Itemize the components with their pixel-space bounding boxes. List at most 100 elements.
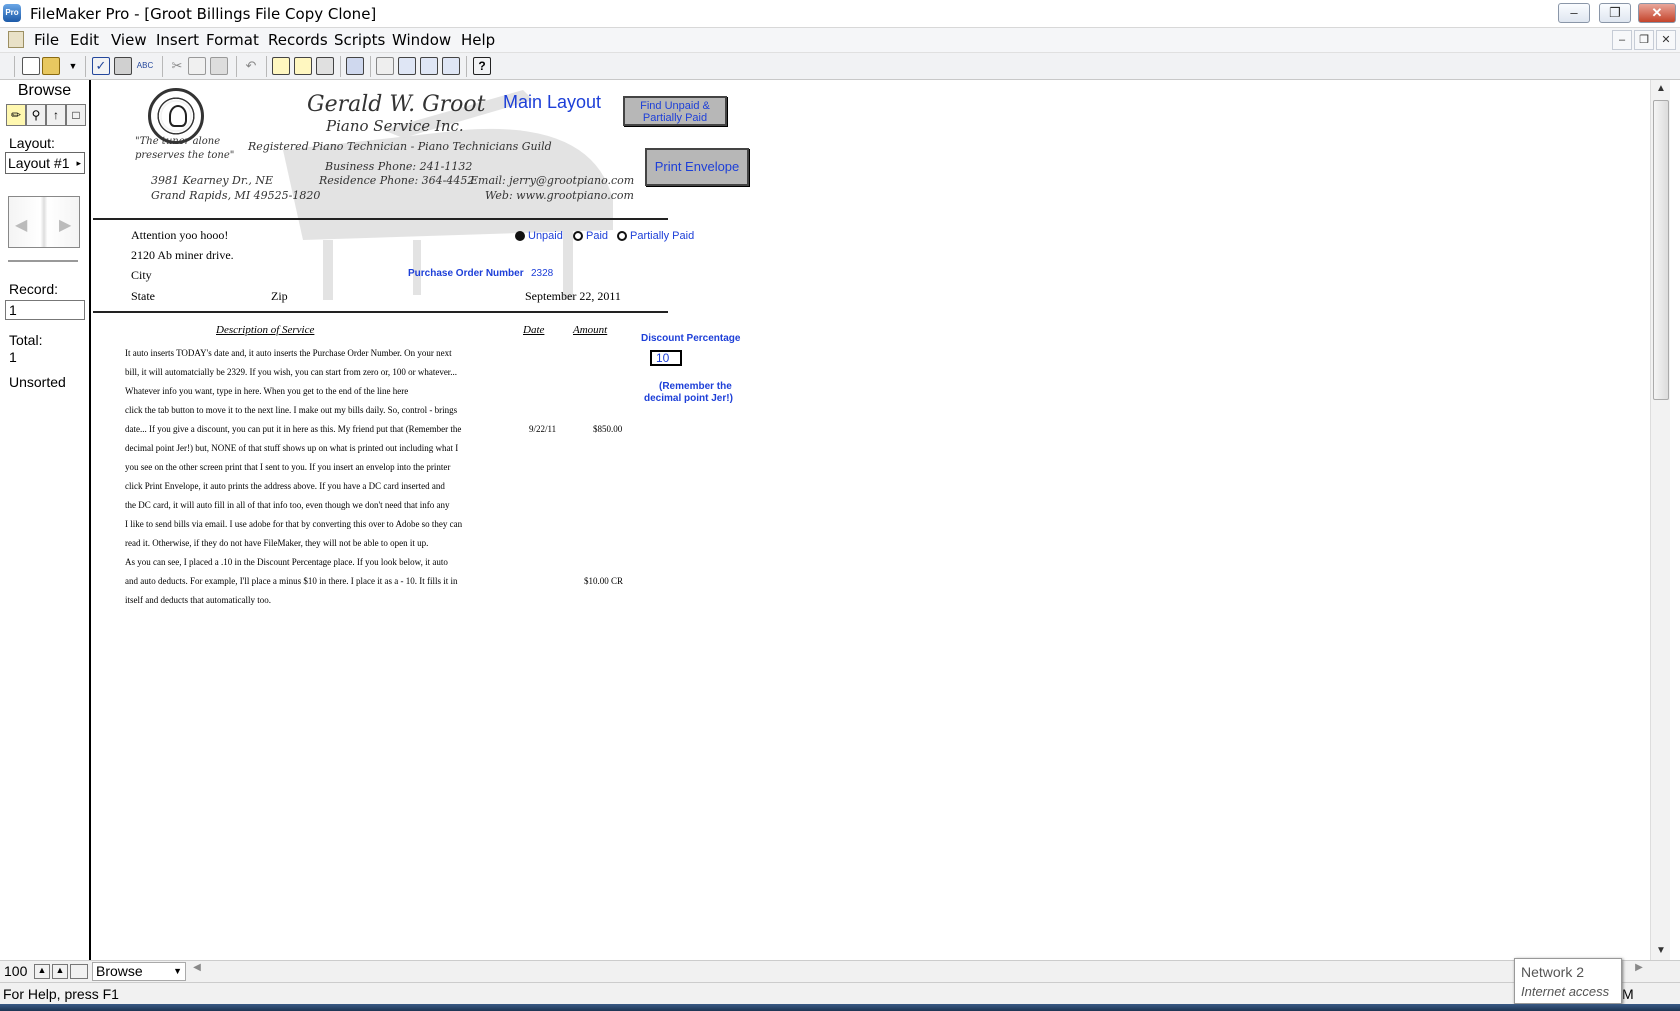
show-all-icon[interactable] <box>420 57 438 75</box>
description-line[interactable]: you see on the other screen print that I… <box>125 462 450 472</box>
menu-records[interactable]: Records <box>268 31 328 49</box>
minimize-icon[interactable]: – <box>1558 3 1590 23</box>
duplicate-record-icon[interactable] <box>294 57 312 75</box>
paste-icon[interactable] <box>210 57 228 75</box>
undo-icon[interactable]: ↶ <box>242 57 260 75</box>
layout-select[interactable]: Layout #1 ▸ <box>5 152 85 174</box>
delete-record-icon[interactable] <box>316 57 334 75</box>
document-icon[interactable] <box>8 31 24 48</box>
menu-view[interactable]: View <box>111 31 147 49</box>
customer-street[interactable]: 2120 Ab miner drive. <box>131 248 234 263</box>
preview-mode-icon[interactable]: □ <box>66 104 86 126</box>
menu-file[interactable]: File <box>34 31 59 49</box>
open-icon[interactable] <box>42 57 60 75</box>
scroll-down-icon[interactable]: ▼ <box>1651 942 1671 960</box>
zoom-out-icon[interactable]: ▲ <box>34 964 50 979</box>
replace-icon[interactable] <box>442 57 460 75</box>
business-phone: Business Phone: 241-1132 <box>325 160 473 173</box>
find-unpaid-button[interactable]: Find Unpaid & Partially Paid <box>623 96 727 126</box>
spellcheck-icon[interactable]: ABC <box>136 57 154 75</box>
sort-icon[interactable] <box>376 57 394 75</box>
cut-icon[interactable]: ✂ <box>168 57 186 75</box>
discount-input[interactable]: 10 <box>650 350 682 366</box>
description-line[interactable]: It auto inserts TODAY's date and, it aut… <box>125 348 452 358</box>
layout-heading: Main Layout <box>503 92 602 112</box>
restore-icon[interactable]: ❐ <box>1599 3 1631 23</box>
menu-scripts[interactable]: Scripts <box>334 31 385 49</box>
description-line[interactable]: decimal point Jer!) but, NONE of that st… <box>125 443 458 453</box>
description-line[interactable]: click the tab button to move it to the n… <box>125 405 457 415</box>
customer-name[interactable]: Attention yoo hooo! <box>131 228 228 243</box>
radio-partially-paid-dot[interactable] <box>617 231 627 241</box>
residence-phone: Residence Phone: 364-4452 <box>319 174 475 187</box>
scroll-left-icon[interactable]: ◀ <box>190 962 204 981</box>
record-book-icon[interactable]: ◀ ▶ <box>8 196 80 248</box>
mode-select-value: Browse <box>96 963 143 979</box>
description-line[interactable]: As you can see, I placed a .10 in the Di… <box>125 557 448 567</box>
scroll-thumb[interactable] <box>1653 100 1669 400</box>
omit-icon[interactable] <box>398 57 416 75</box>
radio-unpaid-label: Unpaid <box>528 230 563 242</box>
window-title: FileMaker Pro - [Groot Billings File Cop… <box>30 5 377 23</box>
browse-mode-icon[interactable]: ✏ <box>6 104 26 126</box>
layout-mode-icon[interactable]: ↑ <box>46 104 66 126</box>
menu-format[interactable]: Format <box>206 31 259 49</box>
description-line[interactable]: itself and deducts that automatically to… <box>125 595 271 605</box>
line-item-amount[interactable]: $850.00 <box>593 424 622 434</box>
radio-partially-paid[interactable]: Partially Paid <box>617 230 694 242</box>
vertical-scrollbar[interactable]: ▲ ▼ <box>1650 80 1670 960</box>
zoom-level[interactable]: 100 <box>4 963 27 979</box>
menu-edit[interactable]: Edit <box>70 31 99 49</box>
previous-record-icon[interactable]: ◀ <box>15 215 27 235</box>
filemaker-app-icon[interactable]: Pro <box>3 4 21 22</box>
layout-select-value: Layout #1 <box>8 155 70 171</box>
mdi-restore-icon[interactable]: ❐ <box>1634 30 1654 50</box>
mdi-close-icon[interactable]: ✕ <box>1656 30 1676 50</box>
customer-zip[interactable]: Zip <box>271 289 288 304</box>
radio-partially-paid-label: Partially Paid <box>630 230 695 242</box>
scroll-right-icon[interactable]: ▶ <box>1632 962 1646 981</box>
line-item-date[interactable]: 9/22/11 <box>529 424 556 434</box>
description-line[interactable]: Whatever info you want, type in here. Wh… <box>125 386 408 396</box>
close-icon[interactable]: ✕ <box>1638 3 1676 23</box>
description-line[interactable]: the DC card, it will auto fill in all of… <box>125 500 450 510</box>
find-mode-icon[interactable]: ⚲ <box>26 104 46 126</box>
line-item-amount[interactable]: $10.00 CR <box>584 576 623 586</box>
po-number[interactable]: 2328 <box>531 268 553 279</box>
mdi-minimize-icon[interactable]: – <box>1612 30 1632 50</box>
description-line[interactable]: and auto deducts. For example, I'll plac… <box>125 576 458 586</box>
radio-paid-dot[interactable] <box>573 231 583 241</box>
copy-icon[interactable] <box>188 57 206 75</box>
mode-select[interactable]: Browse ▼ <box>92 962 186 981</box>
scroll-up-icon[interactable]: ▲ <box>1651 80 1671 98</box>
new-icon[interactable] <box>22 57 40 75</box>
status-area-toggle-icon[interactable] <box>70 964 88 979</box>
motto-line-1: "The tuner alone <box>135 136 221 147</box>
menu-insert[interactable]: Insert <box>156 31 199 49</box>
help-icon[interactable]: ? <box>473 57 491 75</box>
check-icon[interactable]: ✓ <box>92 57 110 75</box>
menu-help[interactable]: Help <box>461 31 495 49</box>
next-record-icon[interactable]: ▶ <box>59 215 71 235</box>
radio-unpaid-dot[interactable] <box>515 231 525 241</box>
dropdown-icon[interactable]: ▼ <box>64 57 82 75</box>
record-number-input[interactable]: 1 <box>5 300 85 320</box>
description-line[interactable]: I like to send bills via email. I use ad… <box>125 519 462 529</box>
find-icon[interactable] <box>346 57 364 75</box>
new-record-icon[interactable] <box>272 57 290 75</box>
description-line[interactable]: read it. Otherwise, if they do not have … <box>125 538 428 548</box>
customer-state[interactable]: State <box>131 289 155 304</box>
menu-window[interactable]: Window <box>392 31 451 49</box>
description-line[interactable]: date... If you give a discount, you can … <box>125 424 461 434</box>
description-line[interactable]: bill, it will automatcially be 2329. If … <box>125 367 457 377</box>
description-line[interactable]: click Print Envelope, it auto prints the… <box>125 481 445 491</box>
radio-paid[interactable]: Paid <box>573 230 608 242</box>
record-slider[interactable] <box>8 260 78 262</box>
po-label: Purchase Order Number <box>408 268 524 279</box>
invoice-date[interactable]: September 22, 2011 <box>525 289 621 304</box>
radio-unpaid[interactable]: Unpaid <box>515 230 563 242</box>
customer-city[interactable]: City <box>131 268 152 283</box>
zoom-in-icon[interactable]: ▲ <box>52 964 68 979</box>
print-icon[interactable] <box>114 57 132 75</box>
print-envelope-button[interactable]: Print Envelope <box>645 148 749 186</box>
